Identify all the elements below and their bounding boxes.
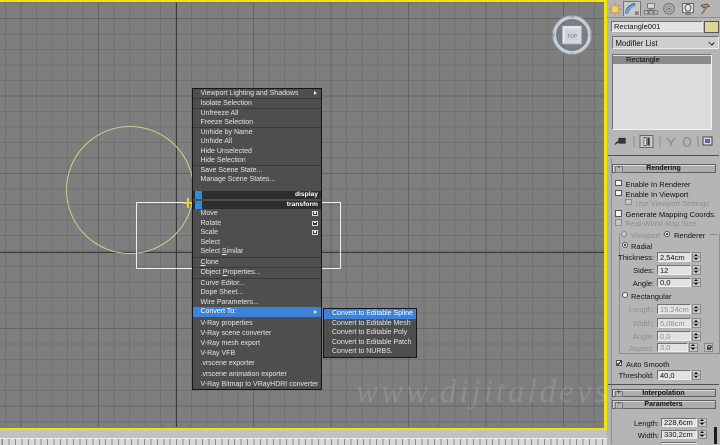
- svg-text:S: S: [570, 52, 574, 58]
- svg-text:N: N: [570, 14, 574, 20]
- svg-text:TOP: TOP: [567, 34, 577, 40]
- svg-text:W: W: [550, 33, 556, 39]
- svg-text:E: E: [590, 33, 594, 39]
